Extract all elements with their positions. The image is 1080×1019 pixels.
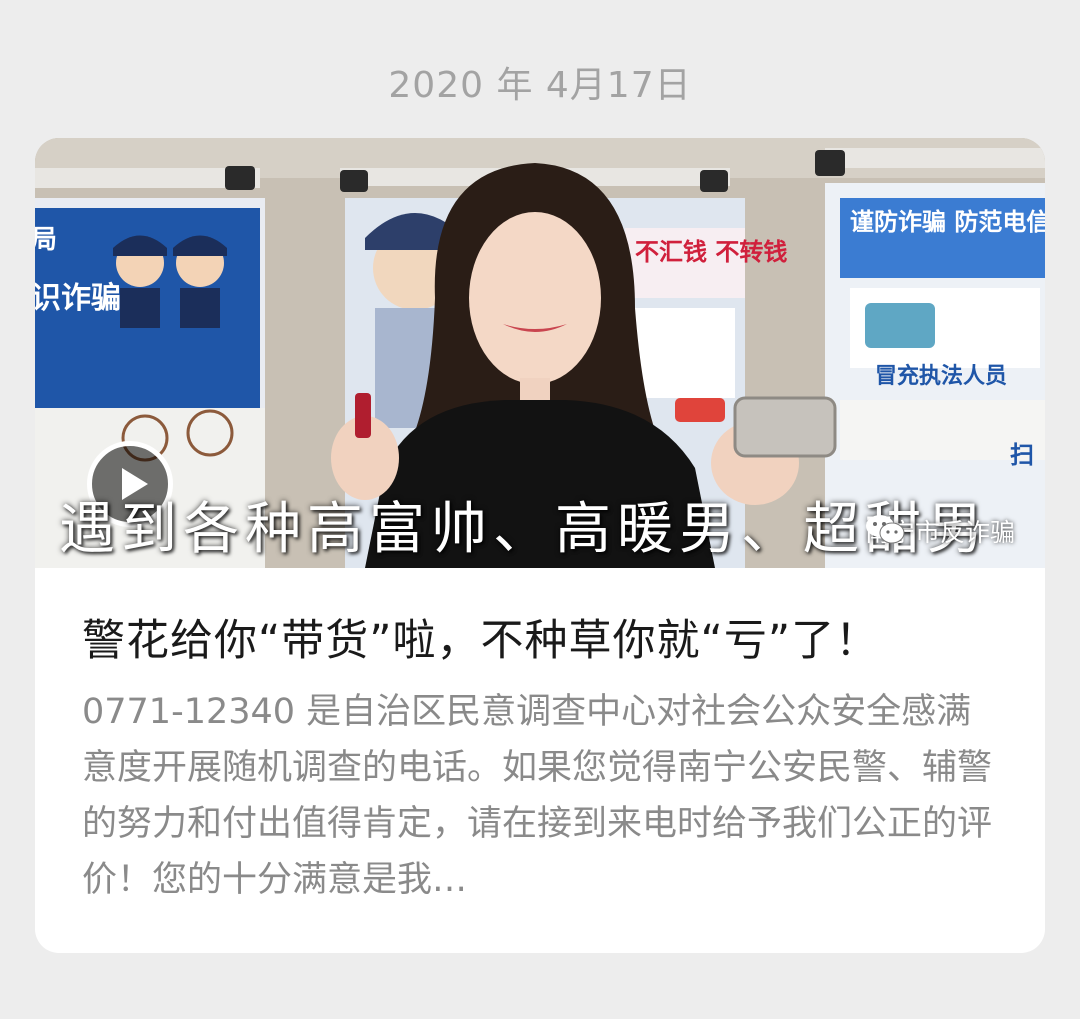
article-card[interactable]: 局 识诈骗 不汇钱 不转钱 谨防诈骗 防范电信 冒充执法人员 扫 遇到各种高富帅… [35, 138, 1045, 953]
compact-mirror [733, 396, 837, 458]
article-title[interactable]: 警花给你“带货”啦，不种草你就“亏”了！ [82, 606, 1002, 668]
right-poster-side: 扫 [1010, 441, 1034, 469]
right-poster-caption: 冒充执法人员 [875, 363, 1007, 389]
svg-text:局: 局 [35, 225, 57, 255]
left-stand-clip [225, 166, 255, 190]
left-poster-title: 识诈骗 [35, 281, 121, 316]
article-summary: 0771-12340 是自治区民意调查中心对社会公众安全感满意度开展随机调查的电… [82, 692, 993, 900]
center-poster-title: 不汇钱 不转钱 [635, 238, 787, 266]
video-cover[interactable]: 局 识诈骗 不汇钱 不转钱 谨防诈骗 防范电信 冒充执法人员 扫 遇到各种高富帅… [35, 138, 1045, 568]
lipstick [355, 393, 371, 438]
message-date: 2020 年 4月17日 [388, 65, 692, 106]
wechat-icon [865, 515, 905, 544]
presenter-face [469, 212, 601, 384]
source-watermark: 南宁市反诈骗 [865, 513, 1015, 549]
right-poster-title: 谨防诈骗 防范电信网 [850, 208, 1045, 236]
